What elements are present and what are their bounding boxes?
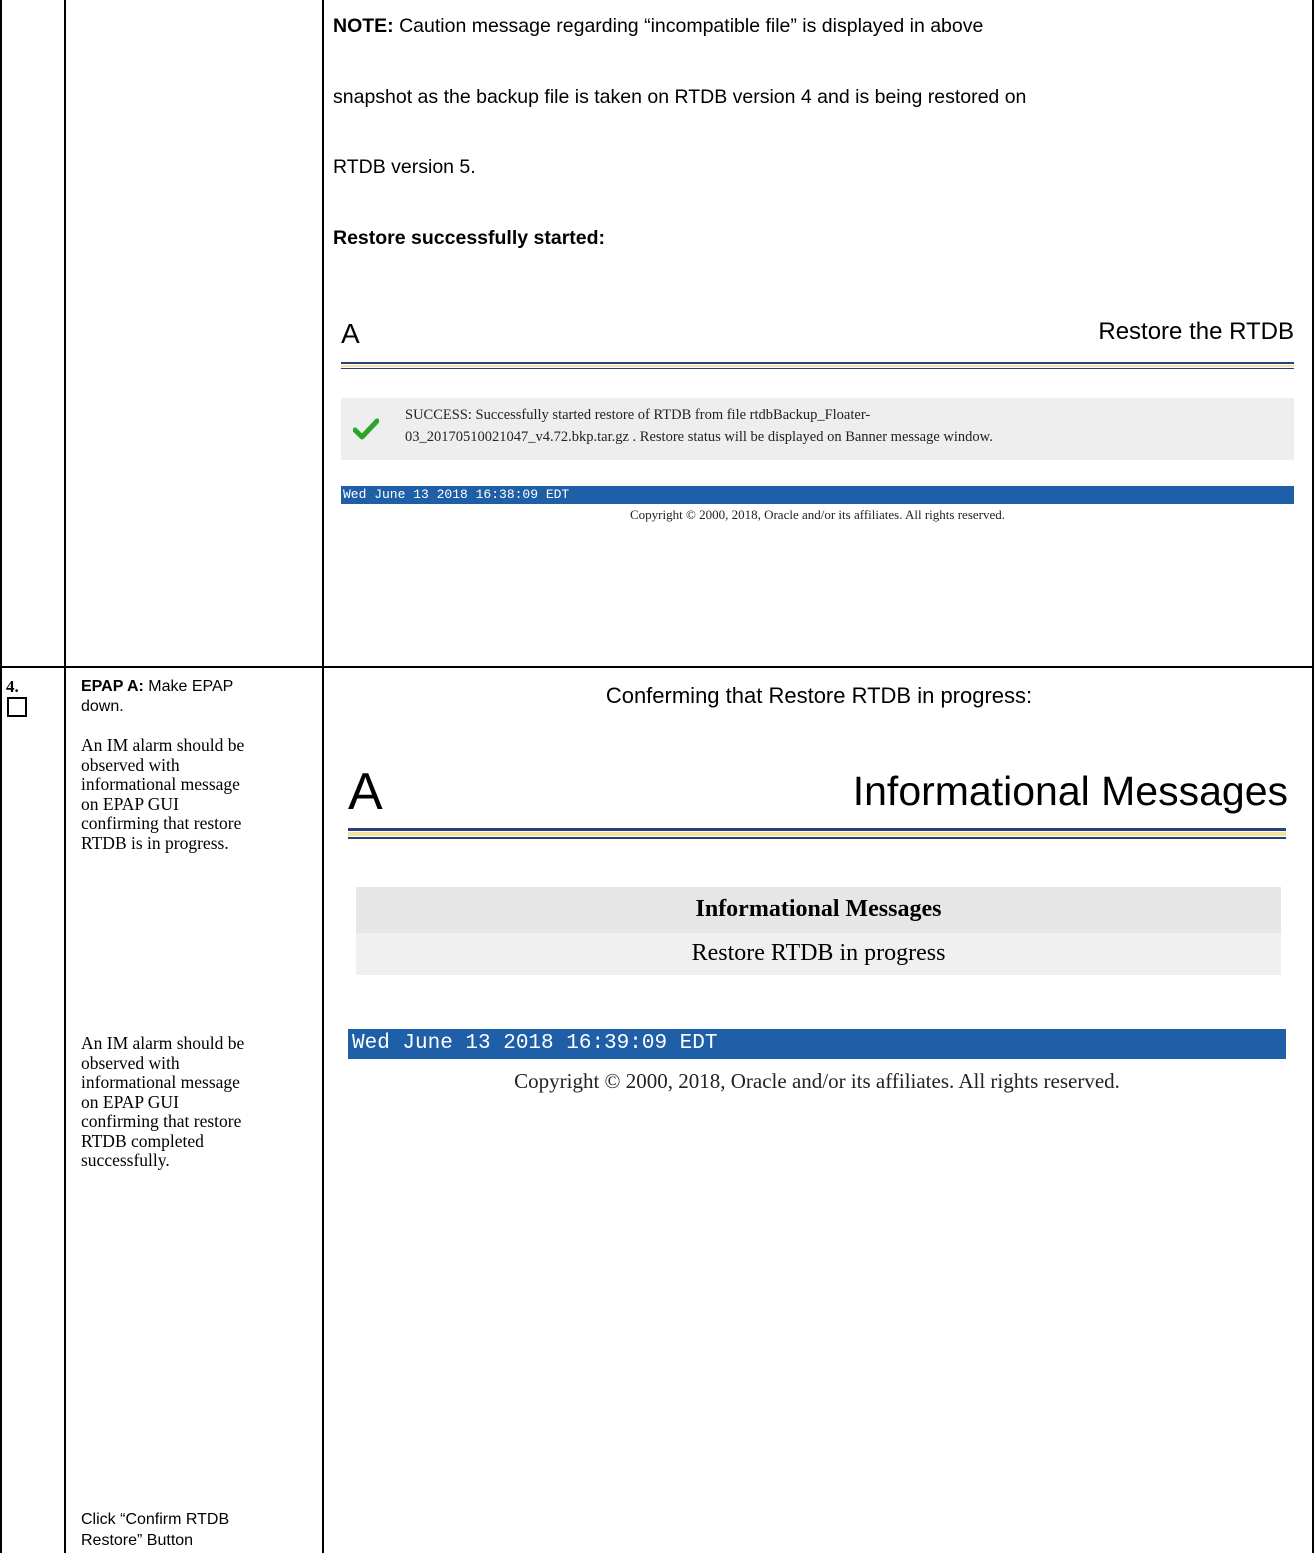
note-label: NOTE: [333,15,394,37]
im-in-progress-line: RTDB is in progress. [81,832,229,853]
screenshot-letter: A [348,763,383,821]
step-title-line-2: down. [81,698,124,715]
title-rule [341,362,1294,364]
title-rule-bottom [348,837,1286,839]
im-completed-line: on EPAP GUI [81,1091,179,1112]
timestamp: Wed June 13 2018 16:39:09 EDT [352,1032,718,1055]
table-column-divider-1 [64,0,66,1553]
confirm-heading: Conferming that Restore RTDB in progress… [605,683,1033,708]
im-completed-line: An IM alarm should be [81,1033,245,1053]
table-row-divider [0,666,1314,668]
note-line-3: RTDB version 5. [333,156,476,178]
step-number: 4. [6,677,19,696]
step-checkbox[interactable] [7,697,27,717]
table-column-divider-2 [322,0,324,1553]
title-rule-bottom [341,368,1294,369]
step-title-bold: EPAP A: [81,678,144,695]
im-alarm-completed: An IM alarm should be observed with info… [81,1033,245,1171]
step-title: EPAP A: Make EPAP [81,677,233,697]
im-completed-line: RTDB completed [81,1130,204,1151]
checkmark-icon [353,418,379,440]
note-line-2: snapshot as the backup file is taken on … [333,86,1027,108]
note-line-1: NOTE: Caution message regarding “incompa… [333,14,983,38]
success-message: SUCCESS: Successfully started restore of… [405,404,1295,448]
im-in-progress-line: observed with [81,754,180,775]
restore-started-heading-text: Restore successfully started: [333,227,606,249]
screenshot-letter: A [341,318,360,349]
click-confirm-line-2: Restore” Button [81,1532,194,1549]
table-border-right [1312,0,1314,1553]
im-alarm-in-progress: An IM alarm should be observed with info… [81,735,245,853]
timestamp: Wed June 13 2018 16:38:09 EDT [343,487,570,502]
screenshot-title: Restore the RTDB [1098,318,1294,345]
success-message-line-2: 03_20170510021047_v4.72.bkp.tar.gz . Res… [405,429,993,445]
title-rule-accent [348,832,1286,836]
im-in-progress-line: confirming that restore [81,813,242,833]
im-in-progress-line: informational message [81,774,240,794]
success-message-line-1: SUCCESS: Successfully started restore of… [405,407,871,423]
step-title-text: Make EPAP [143,678,234,695]
click-confirm-instruction: Click “Confirm RTDB Restore” Button [81,1509,229,1551]
title-rule-accent [341,365,1294,367]
screenshot-title: Informational Messages [852,768,1288,814]
im-completed-line: successfully. [81,1150,170,1170]
im-completed-line: observed with [81,1052,180,1073]
im-in-progress-line: An IM alarm should be [81,735,245,755]
copyright: Copyright © 2000, 2018, Oracle and/or it… [629,507,1005,522]
messages-box-title: Informational Messages [695,896,942,922]
restore-started-heading: Restore successfully started: [333,226,605,250]
click-confirm-line-1: Click “Confirm RTDB [81,1511,230,1528]
copyright: Copyright © 2000, 2018, Oracle and/or it… [514,1069,1120,1093]
title-rule [348,828,1286,831]
messages-box-message: Restore RTDB in progress [691,940,946,966]
im-completed-line: informational message [81,1072,240,1092]
note-text-1: Caution message regarding “incompatible … [399,15,984,37]
im-completed-line: confirming that restore [81,1111,242,1131]
table-border-left [0,0,2,1553]
im-in-progress-line: on EPAP GUI [81,793,179,814]
